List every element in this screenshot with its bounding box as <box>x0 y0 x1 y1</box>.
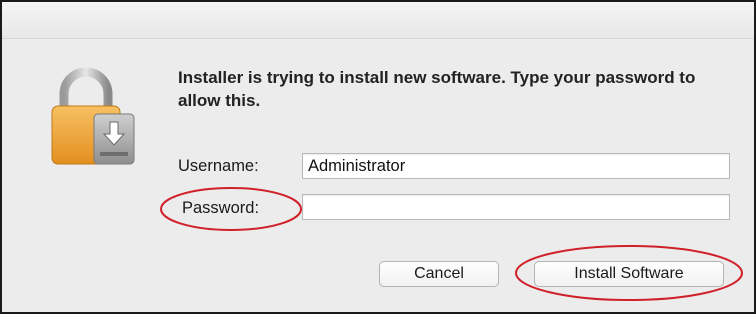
lock-installer-icon <box>51 67 135 165</box>
auth-dialog: Installer is trying to install new softw… <box>0 0 756 314</box>
password-field[interactable] <box>302 194 730 220</box>
username-field[interactable]: Administrator <box>302 153 730 179</box>
password-label: Password: <box>182 199 260 217</box>
install-software-button[interactable]: Install Software <box>534 261 724 287</box>
username-label: Username: <box>178 157 259 175</box>
title-bar <box>2 2 754 39</box>
cancel-button[interactable]: Cancel <box>379 261 499 287</box>
dialog-message: Installer is trying to install new softw… <box>178 68 696 110</box>
